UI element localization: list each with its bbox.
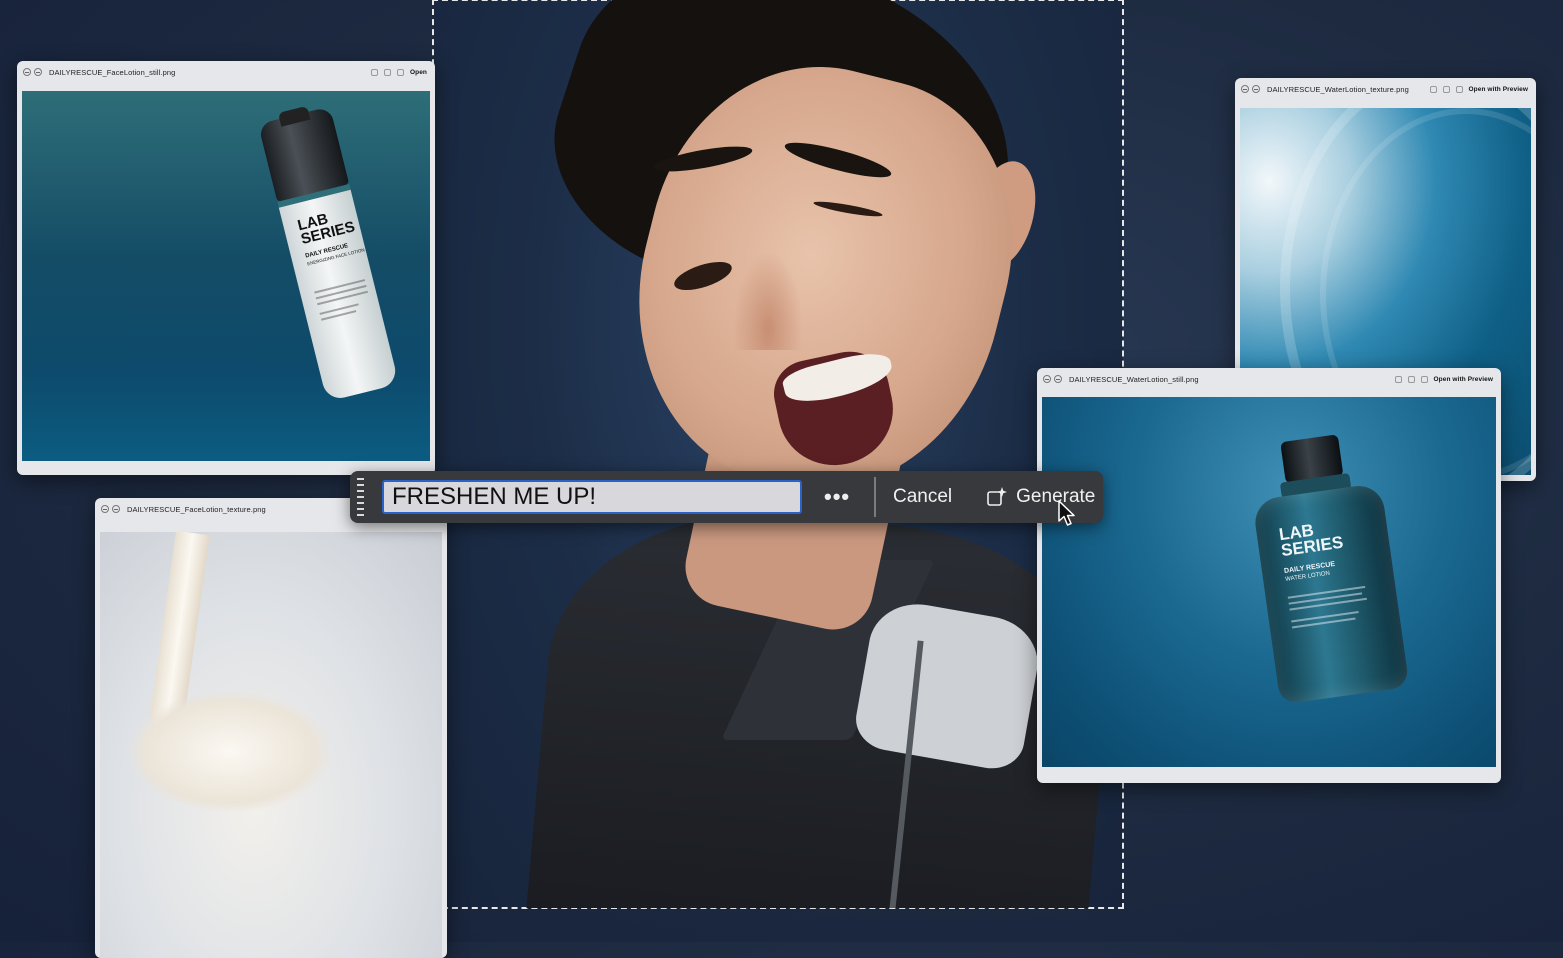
open-with-preview-button[interactable]: Open with Preview [1434,376,1494,383]
image-preview: LAB SERIES DAILY RESCUE ENERGIZING FACE … [22,91,430,461]
minimize-icon[interactable] [1054,375,1062,383]
prompt-toolbar: ••• Cancel Generate [350,471,1103,523]
water-lotion-bottle: LAB SERIES DAILY RESCUE WATER LOTION [1245,429,1410,705]
share-icon[interactable] [1429,85,1437,93]
copy-icon[interactable] [383,68,391,76]
image-preview [100,532,442,958]
lotion-pool [130,692,330,812]
share-icon[interactable] [1394,375,1402,383]
expand-icon[interactable] [1455,85,1463,93]
generate-button[interactable]: Generate [986,486,1095,508]
window-filename: DAILYRESCUE_WaterLotion_still.png [1069,374,1199,384]
window-filename: DAILYRESCUE_WaterLotion_texture.png [1267,84,1409,94]
expand-icon[interactable] [1420,375,1428,383]
window-titlebar[interactable]: DAILYRESCUE_WaterLotion_still.png Open w… [1037,368,1501,390]
copy-icon[interactable] [1442,85,1450,93]
more-options-button[interactable]: ••• [824,486,849,508]
window-filename: DAILYRESCUE_FaceLotion_texture.png [127,504,266,514]
close-icon[interactable] [1241,85,1249,93]
window-titlebar[interactable]: DAILYRESCUE_WaterLotion_texture.png Open… [1235,78,1536,100]
close-icon[interactable] [1043,375,1051,383]
minimize-icon[interactable] [112,505,120,513]
image-preview: LAB SERIES DAILY RESCUE WATER LOTION [1042,397,1496,767]
open-button[interactable]: Open [410,69,427,76]
expand-icon[interactable] [396,68,404,76]
share-icon[interactable] [370,68,378,76]
cancel-button[interactable]: Cancel [893,486,952,508]
toolbar-divider [874,477,876,517]
generate-label: Generate [1016,486,1096,507]
window-water-lotion-still[interactable]: DAILYRESCUE_WaterLotion_still.png Open w… [1037,368,1501,783]
window-face-lotion-still[interactable]: DAILYRESCUE_FaceLotion_still.png Open LA… [17,61,435,475]
mouse-pointer-icon [1058,500,1075,526]
window-filename: DAILYRESCUE_FaceLotion_still.png [49,67,176,77]
window-titlebar[interactable]: DAILYRESCUE_FaceLotion_still.png Open [17,61,435,83]
window-face-lotion-texture[interactable]: DAILYRESCUE_FaceLotion_texture.png [95,498,447,958]
face-lotion-bottle: LAB SERIES DAILY RESCUE ENERGIZING FACE … [258,106,400,405]
selected-photo-canvas[interactable] [432,0,1124,909]
minimize-icon[interactable] [1252,85,1260,93]
sparkle-generate-icon [987,487,1008,506]
close-icon[interactable] [23,68,31,76]
copy-icon[interactable] [1407,375,1415,383]
drag-handle-icon[interactable] [355,475,367,519]
close-icon[interactable] [101,505,109,513]
photo-nose [733,250,803,350]
minimize-icon[interactable] [34,68,42,76]
prompt-input[interactable] [382,480,802,514]
open-with-preview-button[interactable]: Open with Preview [1469,86,1529,93]
